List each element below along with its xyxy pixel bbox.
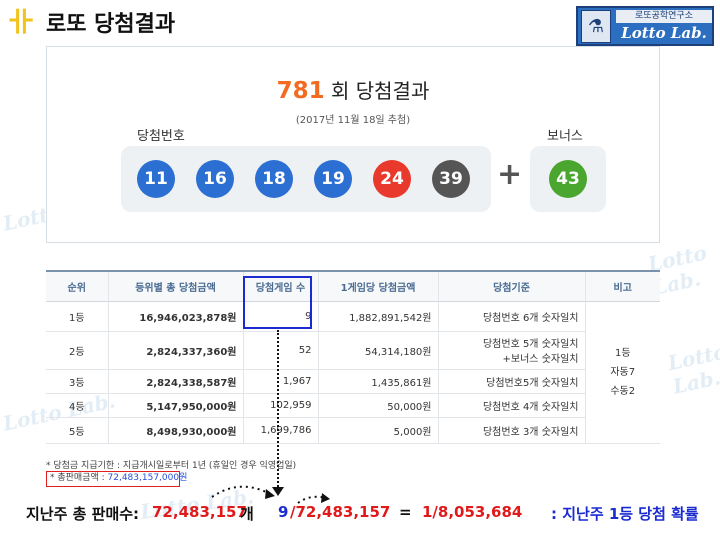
probability-value: 1/8,053,684 [422,503,523,521]
arrow-head-icon [265,489,275,499]
fraction-denominator: /72,483,157 [290,503,391,521]
equals-sign: = [399,503,412,521]
dotted-arc [211,485,271,498]
total-sales-label: * 총판매금액 : [50,473,108,483]
payment-notice: * 당첨금 지급기한 : 지급개시일로부터 1년 (휴일인 경우 익영업일) [46,461,297,471]
total-sales-box: * 총판매금액 : 72,483,157,000원 [46,471,187,487]
probability-line: 지난주 총 판매수: 72,483,157 개 9 /72,483,157 = … [0,503,720,527]
sales-count-unit: 개 [240,505,254,523]
probability-caption: : 지난주 1등 당첨 확률 [551,505,699,523]
dotted-arc-arrows [211,485,330,504]
arrow-head-icon [321,493,330,503]
sales-count: 72,483,157 [152,503,247,521]
total-sales-value: 72,483,157,000원 [107,473,188,483]
winner-count: 9 [278,503,289,521]
sales-count-label: 지난주 총 판매수: [26,505,140,523]
